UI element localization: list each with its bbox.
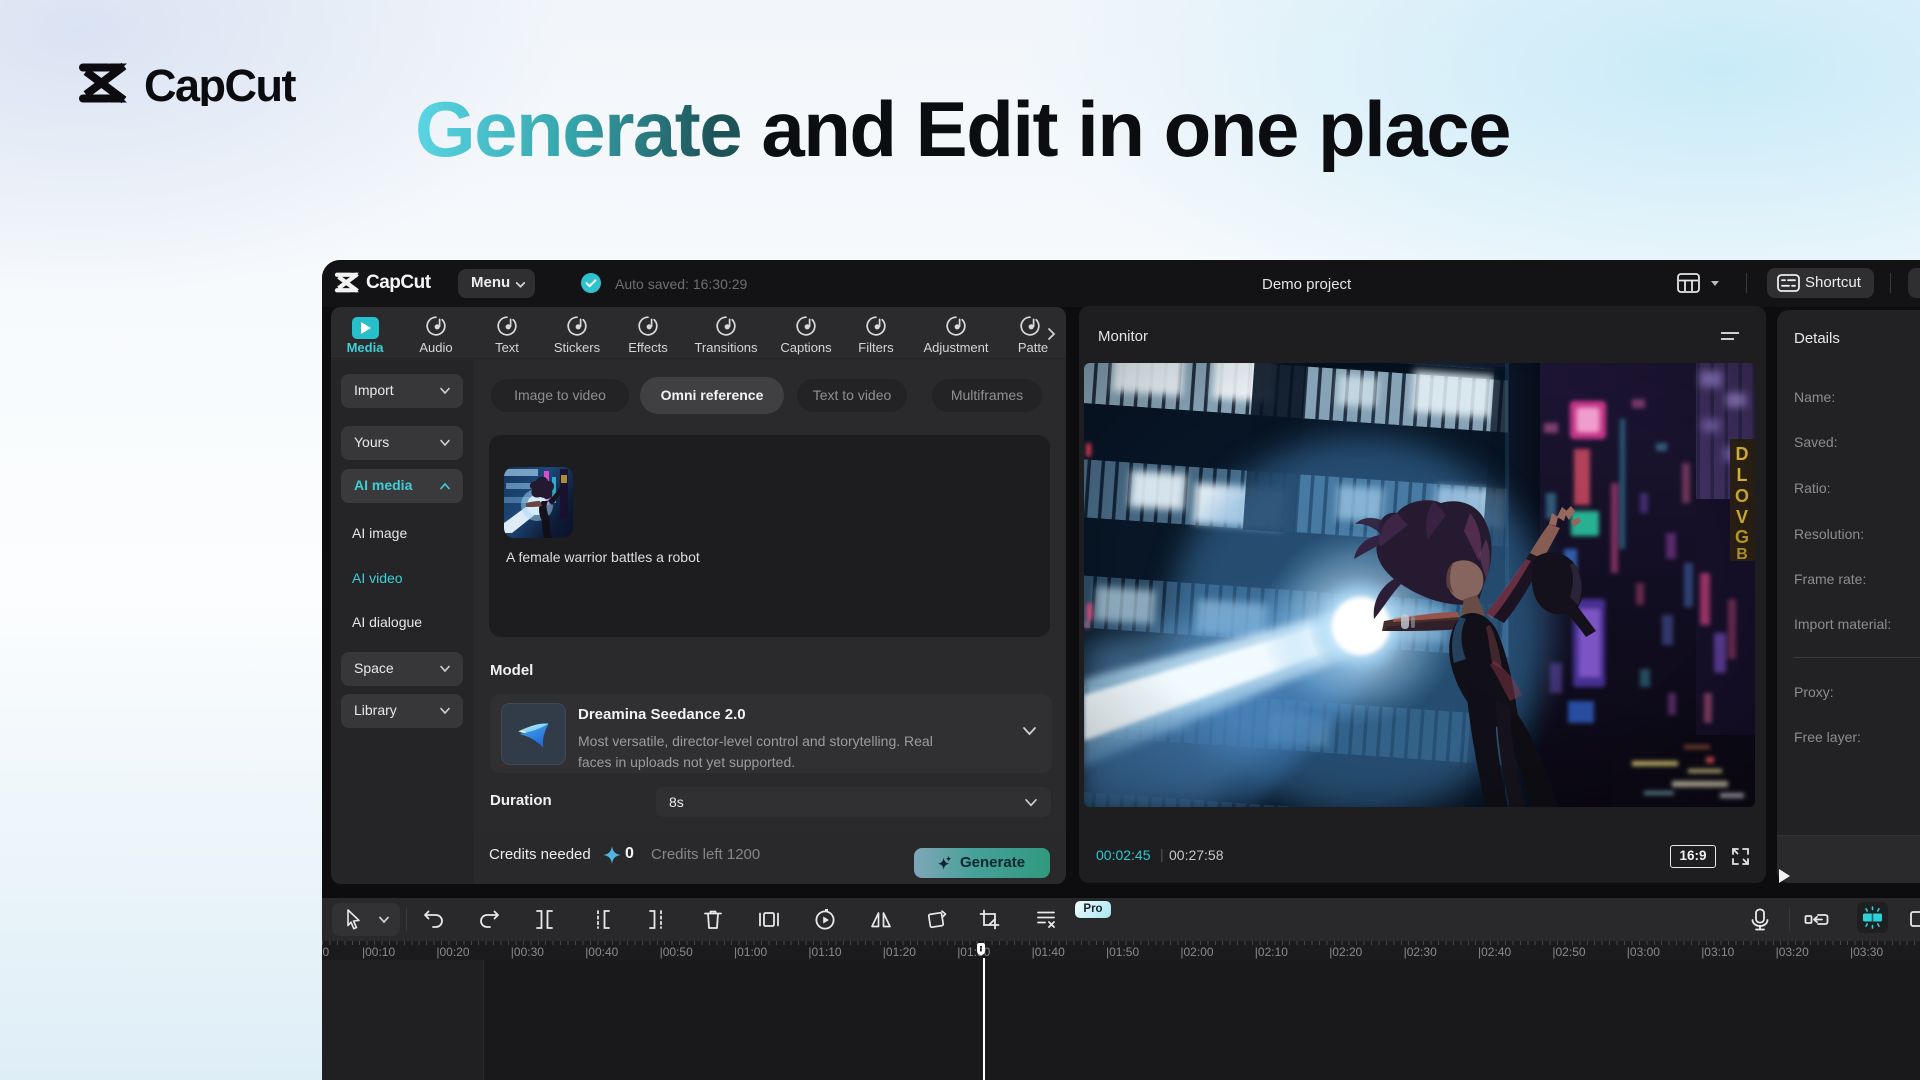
svg-text:CapCut: CapCut bbox=[144, 60, 296, 106]
